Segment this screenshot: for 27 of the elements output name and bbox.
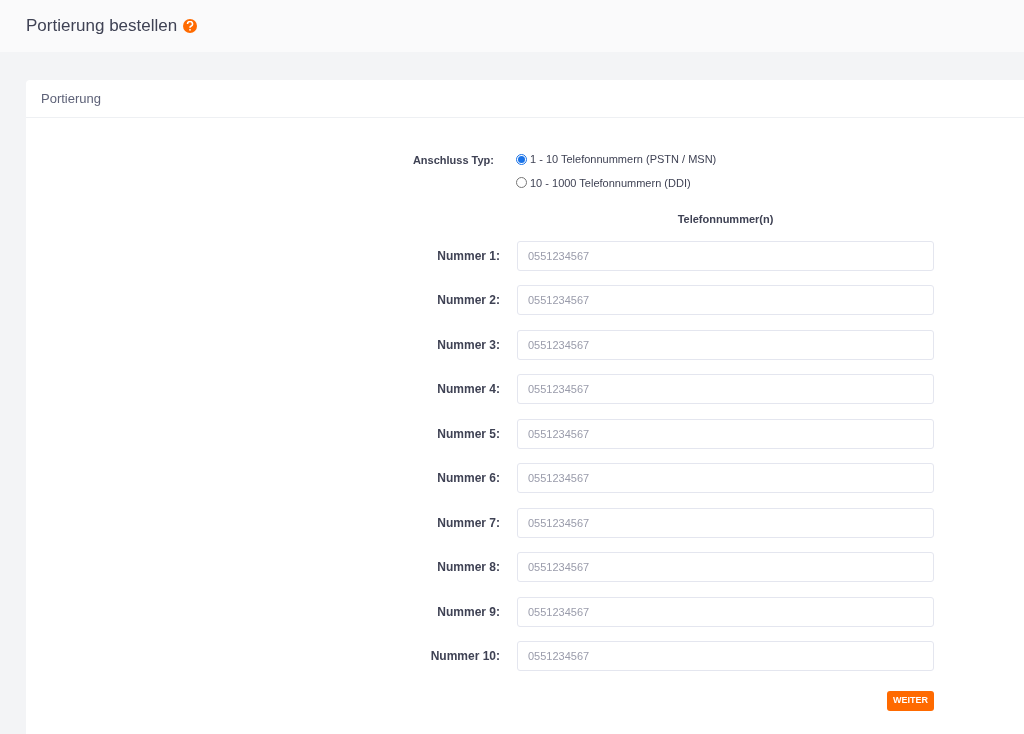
field-label: Anschluss Typ: [412, 153, 494, 168]
phone-number-field[interactable]: 0551234567 [517, 507, 934, 538]
card-title: Portierung [41, 89, 101, 108]
phone-number-field[interactable]: 0551234567 [517, 285, 934, 315]
page-title: Portierung bestellen [26, 15, 178, 38]
phone-number-field[interactable]: 0551234567 [517, 374, 934, 404]
field-label: Nummer 2: [437, 292, 500, 309]
field-label: Nummer 5: [437, 425, 500, 443]
field-label: Nummer 6: [437, 470, 500, 487]
field-label: Nummer 1: [437, 247, 500, 265]
field-label: Nummer 4: [437, 381, 500, 398]
field-label: Nummer 3: [437, 336, 500, 354]
field-label: Nummer 7: [437, 514, 500, 532]
radio-option[interactable]: 1 - 10 Telefonnummern (PSTN / MSN) [516, 151, 717, 168]
phone-number-field[interactable]: 0551234567 [517, 641, 934, 671]
radio-option[interactable]: 10 - 1000 Telefonnummern (DDI) [516, 174, 717, 191]
field-label: Nummer 9: [437, 603, 500, 621]
phone-number-field[interactable]: 0551234567 [517, 463, 934, 493]
phone-number-field[interactable]: 0551234567 [517, 329, 934, 360]
help-icon[interactable] [183, 19, 198, 33]
field-label: Nummer 8: [437, 559, 500, 576]
phone-number-field[interactable]: 0551234567 [517, 596, 934, 627]
phone-number-field[interactable]: 0551234567 [517, 240, 934, 271]
phone-number-field[interactable]: 0551234567 [517, 552, 934, 582]
phone-number-field[interactable]: 0551234567 [517, 418, 934, 449]
column-heading: Telefonnummer(n) [677, 212, 774, 227]
field-label: Nummer 10: [430, 648, 500, 665]
